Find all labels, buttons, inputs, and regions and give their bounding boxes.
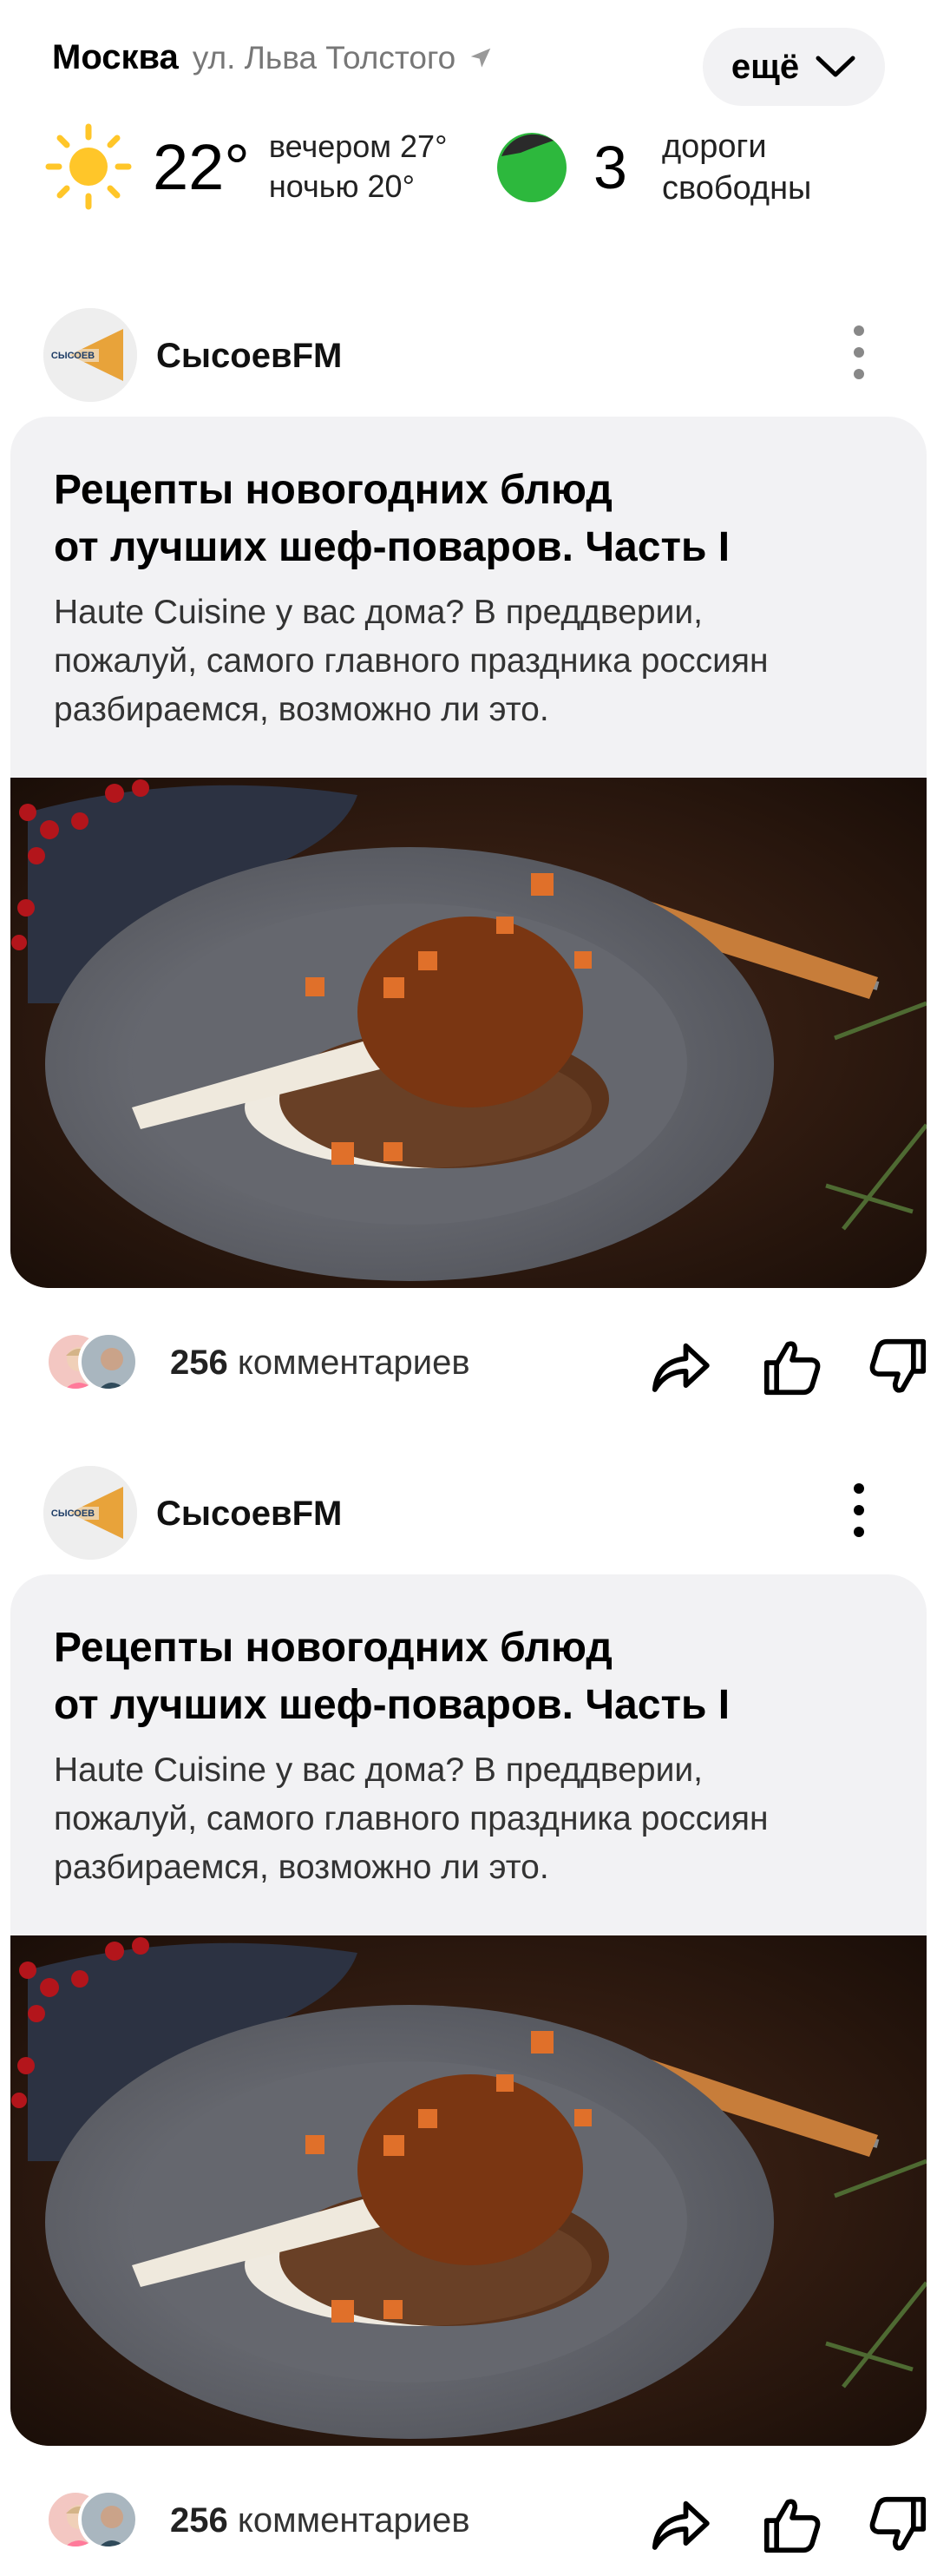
feed-post: СЫСОЕВ СысоевFM Рецепты новогодних блюд … <box>0 286 937 1418</box>
kebab-menu-icon[interactable] <box>850 325 868 386</box>
traffic-status-line1: дороги <box>661 128 767 165</box>
article-text[interactable]: Рецепты новогодних блюд от лучших шеф-по… <box>10 417 927 778</box>
current-temperature: 22° <box>153 130 250 203</box>
traffic-light-icon <box>497 133 567 202</box>
share-icon[interactable] <box>646 2491 714 2559</box>
share-icon[interactable] <box>646 1333 714 1401</box>
avatar <box>78 1331 139 1392</box>
channel-name[interactable]: СысоевFM <box>156 337 342 376</box>
article-title: Рецепты новогодних блюд от лучших шеф-по… <box>54 462 883 576</box>
article-image[interactable] <box>10 778 927 1288</box>
article-title-line: от лучших шеф-поваров. Часть I <box>54 1682 731 1728</box>
svg-text:СЫСОЕВ: СЫСОЕВ <box>51 1508 95 1519</box>
post-actions: 256 комментариев <box>0 1288 937 1418</box>
street-name[interactable]: ул. Льва Толстого <box>193 40 455 76</box>
article-description: Haute Cuisine у вас дома? В преддверии, … <box>54 1746 883 1892</box>
location-row[interactable]: Москва ул. Льва Толстого <box>52 38 494 77</box>
article-description-line: Haute Cuisine у вас дома? В преддверии, <box>54 594 703 631</box>
article-title-line: Рецепты новогодних блюд <box>54 1625 613 1671</box>
city-name[interactable]: Москва <box>52 38 179 77</box>
article-title-line: от лучших шеф-поваров. Часть I <box>54 524 731 570</box>
weather-widget[interactable]: 22° вечером 27° ночью 20° <box>43 122 447 212</box>
night-temp: ночью 20° <box>268 168 415 204</box>
channel-name[interactable]: СысоевFM <box>156 1495 342 1534</box>
article-title: Рецепты новогодних блюд от лучших шеф-по… <box>54 1620 883 1734</box>
article-description-line: разбираемся, возможно ли это. <box>54 691 549 728</box>
traffic-status: дороги свободны <box>662 126 811 209</box>
article-description-line: разбираемся, возможно ли это. <box>54 1849 549 1886</box>
location-arrow-icon <box>471 48 491 68</box>
commenter-avatars <box>45 2489 149 2552</box>
article-description-line: пожалуй, самого главного праздника росси… <box>54 1800 769 1837</box>
article-title-line: Рецепты новогодних блюд <box>54 467 613 513</box>
traffic-status-line2: свободны <box>661 170 812 207</box>
comments-word: комментариев <box>237 1344 470 1382</box>
post-header: СЫСОЕВ СысоевFM <box>0 1444 937 1574</box>
channel-logo[interactable]: СЫСОЕВ <box>43 308 137 402</box>
avatar <box>78 2489 139 2550</box>
article-description-line: Haute Cuisine у вас дома? В преддверии, <box>54 1751 703 1789</box>
thumbs-up-icon[interactable] <box>758 1333 826 1401</box>
comments-word: комментариев <box>237 2501 470 2540</box>
more-button[interactable]: ещё <box>703 28 885 106</box>
commenter-avatars <box>45 1331 149 1394</box>
post-actions: 256 комментариев <box>0 2446 937 2576</box>
comments-link[interactable]: 256 комментариев <box>170 1344 470 1383</box>
comments-link[interactable]: 256 комментариев <box>170 2501 470 2540</box>
svg-text:СЫСОЕВ: СЫСОЕВ <box>51 351 95 361</box>
comments-count: 256 <box>170 1344 228 1382</box>
article-card[interactable]: Рецепты новогодних блюд от лучших шеф-по… <box>10 417 927 1288</box>
article-card[interactable]: Рецепты новогодних блюд от лучших шеф-по… <box>10 1574 927 2446</box>
post-header: СЫСОЕВ СысоевFM <box>0 286 937 417</box>
article-image[interactable] <box>10 1935 927 2446</box>
chevron-down-icon <box>816 56 855 77</box>
evening-temp: вечером 27° <box>268 128 448 164</box>
thumbs-up-icon[interactable] <box>758 2491 826 2559</box>
article-description-line: пожалуй, самого главного праздника росси… <box>54 642 769 680</box>
traffic-widget[interactable]: 3 дороги свободны <box>495 126 811 209</box>
temperature-forecast: вечером 27° ночью 20° <box>269 127 448 207</box>
thumbs-down-icon[interactable] <box>864 1333 932 1401</box>
kebab-menu-icon[interactable] <box>850 1483 868 1544</box>
article-text[interactable]: Рецепты новогодних блюд от лучших шеф-по… <box>10 1574 927 1935</box>
top-header: Москва ул. Льва Толстого ещё 22° вечером… <box>0 0 937 260</box>
channel-logo[interactable]: СЫСОЕВ <box>43 1466 137 1560</box>
thumbs-down-icon[interactable] <box>864 2491 932 2559</box>
traffic-score: 3 <box>593 134 627 201</box>
comments-count: 256 <box>170 2501 228 2540</box>
article-description: Haute Cuisine у вас дома? В преддверии, … <box>54 588 883 734</box>
more-label: ещё <box>731 47 800 86</box>
sun-icon <box>45 123 132 210</box>
feed-post: СЫСОЕВ СысоевFM Рецепты новогодних блюд … <box>0 1444 937 2576</box>
